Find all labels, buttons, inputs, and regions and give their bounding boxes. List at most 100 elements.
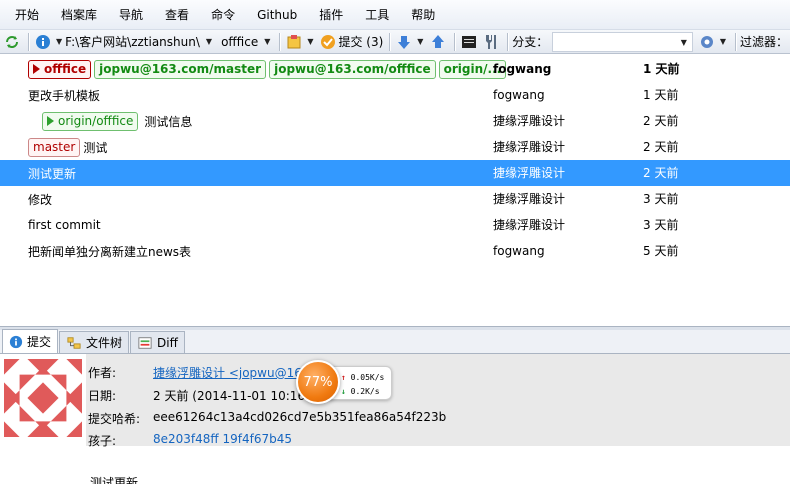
children-row: 孩子: 8e203f48ff 19f4f67b45 — [88, 432, 292, 449]
commit-author: fogwang — [493, 62, 552, 76]
toolbar-separator — [279, 32, 281, 51]
current-branch: offfice — [221, 34, 259, 49]
chevron-down-icon: ▼ — [55, 37, 63, 46]
refresh-icon — [6, 35, 18, 48]
branch-label: 分支： — [512, 35, 549, 49]
author-label: 作者: — [88, 366, 117, 380]
commit-row[interactable]: origin/offfice 测试信息 捷缘浮雕设计 2 天前 — [0, 108, 790, 134]
pull-arrow-icon — [398, 35, 411, 49]
commit-label: 提交 (3) — [338, 35, 384, 49]
pull-button[interactable]: ▼ — [394, 31, 426, 53]
commit-author: 捷缘浮雕设计 — [493, 166, 566, 180]
menu-start[interactable]: 开始 — [4, 4, 50, 26]
stash-button[interactable]: ▼ — [284, 31, 316, 53]
upload-arrow-icon: ↑ — [341, 373, 346, 382]
speed-ball[interactable]: 77% — [296, 360, 340, 404]
stash-icon — [287, 34, 301, 48]
branch-tag-local[interactable]: jopwu@163.com/offfice — [269, 59, 436, 79]
commit-row[interactable]: 更改手机模板 fogwang 1 天前 — [0, 82, 790, 108]
download-speed: 0.2K/s — [350, 387, 380, 396]
hash-label: 提交哈希: — [88, 412, 141, 426]
commit-author: fogwang — [493, 244, 545, 258]
tab-label: 文件树 — [86, 336, 123, 350]
menu-help[interactable]: 帮助 — [400, 4, 446, 26]
commit-row-selected[interactable]: 测试更新 捷缘浮雕设计 2 天前 — [0, 160, 790, 186]
menu-commands[interactable]: 命令 — [200, 4, 246, 26]
commit-message: 更改手机模板 — [28, 88, 101, 103]
settings-tools-button[interactable] — [481, 31, 501, 53]
branch-tag-remote[interactable]: origin/offfice — [42, 111, 139, 131]
commit-date: 5 天前 — [643, 244, 679, 258]
commit-icon — [321, 34, 336, 49]
tab-commit[interactable]: 提交 — [2, 329, 59, 353]
commit-row[interactable]: first commit 捷缘浮雕设计 3 天前 — [0, 212, 790, 238]
repo-dropdown[interactable]: ▼ F:\客户网站\zztianshun\ ▼ — [33, 31, 215, 53]
commit-message: offfice jopwu@163.com/master jopwu@163.c… — [28, 56, 509, 82]
console-icon — [462, 35, 477, 48]
branch-filter-combobox[interactable]: ▼ — [552, 31, 693, 52]
commit-date: 2 天前 — [643, 114, 679, 128]
branch-tag-local[interactable]: jopwu@163.com/master — [94, 59, 267, 79]
filter-label: 过滤器： — [739, 35, 788, 49]
commit-author: 捷缘浮雕设计 — [493, 114, 566, 128]
git-extensions-window: 开始 档案库 导航 查看 命令 Github 插件 工具 帮助 ▼ F:\客户网… — [0, 0, 790, 484]
menu-github[interactable]: Github — [246, 4, 308, 26]
date-label: 日期: — [88, 389, 117, 403]
chevron-down-icon: ▼ — [205, 37, 213, 46]
refresh-button[interactable] — [2, 31, 22, 53]
commit-author: fogwang — [493, 88, 545, 102]
date-row: 日期: 2 天前 (2014-11-01 10:16 — [88, 387, 305, 404]
commit-date: 3 天前 — [643, 218, 679, 232]
menu-plugins[interactable]: 插件 — [308, 4, 354, 26]
commit-message-text: 测试 — [83, 140, 108, 155]
menu-view[interactable]: 查看 — [154, 4, 200, 26]
children-label: 孩子: — [88, 434, 117, 448]
branch-tag-label: offfice — [44, 61, 87, 76]
gear-icon — [700, 35, 713, 48]
tab-file-tree[interactable]: 文件树 — [59, 331, 130, 353]
commit-message: master 测试 — [28, 134, 107, 160]
download-speed-row: ↓ 0.2K/s — [341, 385, 391, 399]
commit-list: offfice jopwu@163.com/master jopwu@163.c… — [0, 56, 790, 326]
branch-tag-head[interactable]: offfice — [28, 59, 92, 79]
tab-diff[interactable]: Diff — [130, 331, 185, 353]
upload-speed-row: ↑ 0.05K/s — [341, 371, 391, 385]
branch-dropdown[interactable]: offfice ▼ — [221, 31, 273, 53]
commit-button[interactable]: 提交 (3) — [318, 31, 383, 53]
push-button[interactable] — [428, 31, 448, 53]
commit-message: first commit — [28, 218, 101, 232]
commit-message: 测试更新 — [28, 166, 77, 181]
menu-tools[interactable]: 工具 — [354, 4, 400, 26]
commit-row[interactable]: offfice jopwu@163.com/master jopwu@163.c… — [0, 56, 790, 82]
commit-row[interactable]: 把新闻单独分离新建立news表 fogwang 5 天前 — [0, 238, 790, 264]
triangle-outline-icon — [47, 116, 54, 126]
menu-repository[interactable]: 档案库 — [50, 4, 108, 26]
date-value: 2 天前 (2014-11-01 10:16 — [153, 389, 306, 403]
commit-date: 1 天前 — [643, 88, 679, 102]
settings-button[interactable]: ▼ — [697, 31, 729, 53]
console-button[interactable] — [459, 31, 479, 53]
branch-tag-label: origin/offfice — [58, 113, 134, 128]
chevron-down-icon: ▼ — [417, 37, 424, 46]
network-speed-widget[interactable]: ↑ 0.05K/s ↓ 0.2K/s 77% — [296, 360, 396, 404]
commit-row[interactable]: master 测试 捷缘浮雕设计 2 天前 — [0, 134, 790, 160]
commit-date: 3 天前 — [643, 192, 679, 206]
menu-navigate[interactable]: 导航 — [108, 4, 154, 26]
commit-message: 把新闻单独分离新建立news表 — [28, 244, 192, 259]
commit-row[interactable]: 修改 捷缘浮雕设计 3 天前 — [0, 186, 790, 212]
detail-tabs: 提交 文件树 Diff — [0, 329, 790, 354]
hash-value: eee61264c13a4cd026cd7e5b351fea86a54f223b — [153, 410, 447, 424]
toolbar-separator — [389, 32, 391, 51]
toolbar-separator — [28, 32, 29, 51]
children-links[interactable]: 8e203f48ff 19f4f67b45 — [153, 432, 292, 446]
commit-message-text: 测试信息 — [144, 114, 193, 129]
wrench-icon — [486, 34, 497, 49]
tab-label: 提交 — [27, 335, 52, 349]
hash-row: 提交哈希: eee61264c13a4cd026cd7e5b351fea86a5… — [88, 410, 446, 427]
commit-date: 2 天前 — [643, 140, 679, 154]
diff-icon — [138, 336, 152, 349]
author-link[interactable]: 捷缘浮雕设计 <jopwu@16 — [153, 364, 302, 381]
tab-label: Diff — [157, 335, 178, 350]
branch-tag-master[interactable]: master — [28, 137, 81, 157]
toolbar-separator — [507, 32, 509, 51]
